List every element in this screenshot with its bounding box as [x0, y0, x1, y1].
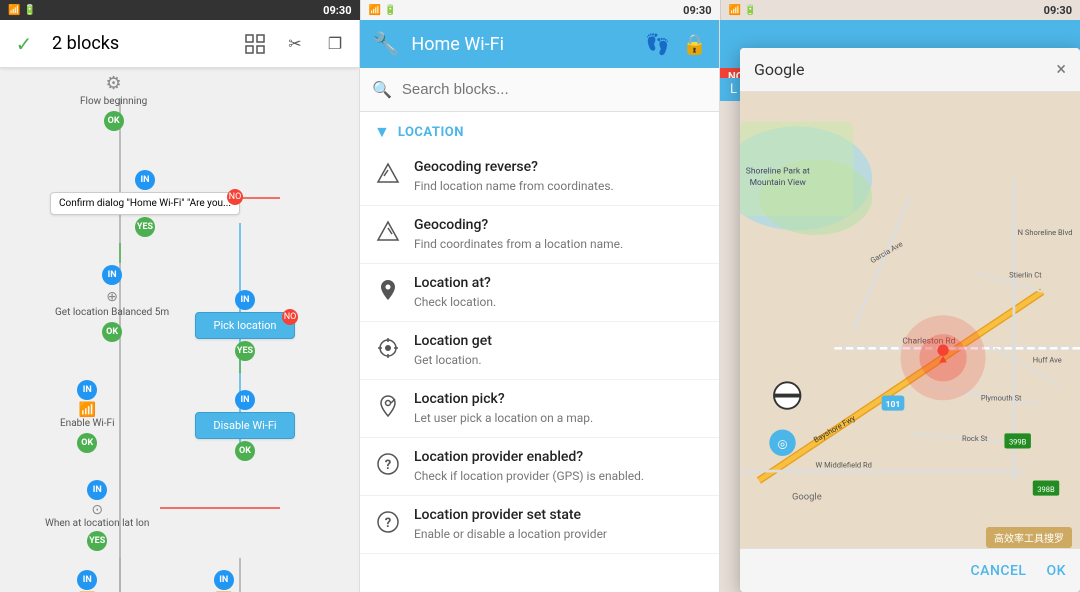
svg-text:Stierlin Ct: Stierlin Ct — [1009, 271, 1042, 280]
status-bar-middle: 📶🔋 09:30 — [360, 0, 720, 20]
location-provider-set-state-icon: ? — [374, 508, 402, 536]
block-desc-geocoding-reverse: Find location name from coordinates. — [414, 178, 705, 195]
dialog-footer: Cancel OK — [740, 548, 1080, 592]
grid-icon[interactable] — [243, 32, 267, 56]
dialog-close-button[interactable]: × — [1056, 59, 1066, 80]
google-dialog: Google × Shoreline Park at Mountain View — [740, 48, 1080, 592]
svg-text:?: ? — [385, 458, 391, 473]
section-header-location: ▼ LOCATION — [360, 112, 719, 148]
node-confirm-dialog[interactable]: IN Confirm dialog "Home Wi-Fi" "Are you.… — [50, 168, 240, 239]
block-title-location-at: Location at? — [414, 274, 705, 292]
svg-text:Rock St: Rock St — [962, 434, 988, 443]
dialog-ok-button[interactable]: OK — [1047, 563, 1067, 579]
svg-text:?: ? — [385, 516, 391, 531]
search-toolbar: 🔧 Home Wi-Fi 👣 🔒 — [360, 20, 719, 68]
status-bar-left: 📶🔋 09:30 — [0, 0, 360, 20]
svg-text:Plymouth St: Plymouth St — [981, 393, 1022, 402]
search-icon: 🔍 — [372, 80, 392, 99]
location-get-icon — [374, 334, 402, 362]
block-desc-location-get: Get location. — [414, 352, 705, 369]
svg-text:399B: 399B — [1009, 438, 1027, 447]
scissors-icon[interactable]: ✂ — [283, 32, 307, 56]
block-item-location-pick[interactable]: Location pick? Let user pick a location … — [360, 380, 719, 438]
node-when-at-location[interactable]: IN ⊙ When at location lat lon YES — [45, 478, 149, 553]
search-bar: 🔍 — [360, 68, 719, 112]
node-disable-wifi-2[interactable]: IN 📶 Disable Wi-Fi OK — [195, 568, 252, 592]
node-enable-wifi-2[interactable]: IN 📶 Enable Wi-Fi OK — [60, 568, 115, 592]
section-label: LOCATION — [398, 125, 464, 140]
block-desc-location-at: Check location. — [414, 294, 705, 311]
middle-signal-icons: 📶🔋 — [369, 5, 397, 16]
block-desc-location-provider-set-state: Enable or disable a location provider — [414, 526, 705, 543]
search-panel: 🔧 Home Wi-Fi 👣 🔒 🔍 ▼ LOCATION Geocoding … — [360, 20, 720, 592]
flow-toolbar: ✓ 2 blocks ✂ ❐ — [0, 20, 359, 68]
node-flow-beginning[interactable]: ⚙ Flow beginning OK — [80, 73, 147, 133]
middle-time: 09:30 — [683, 4, 711, 17]
geocoding-icon — [374, 218, 402, 246]
block-title-location-provider-enabled: Location provider enabled? — [414, 448, 705, 466]
map-panel: Google × Shoreline Park at Mountain View — [720, 20, 1080, 592]
svg-text:N Shoreline Blvd: N Shoreline Blvd — [1018, 228, 1073, 237]
lock-icon[interactable]: 🔒 — [682, 32, 707, 56]
location-pick-icon — [374, 392, 402, 420]
block-desc-location-pick: Let user pick a location on a map. — [414, 410, 705, 427]
block-title-location-provider-set-state: Location provider set state — [414, 506, 705, 524]
svg-text:W Middlefield Rd: W Middlefield Rd — [816, 460, 872, 469]
block-title-location-pick: Location pick? — [414, 390, 705, 408]
dialog-header: Google × — [740, 48, 1080, 92]
flow-title: 2 blocks — [52, 33, 227, 54]
search-input[interactable] — [402, 81, 707, 98]
block-title-geocoding-reverse: Geocoding reverse? — [414, 158, 705, 176]
svg-text:101: 101 — [886, 400, 901, 410]
flow-panel: ✓ 2 blocks ✂ ❐ — [0, 20, 360, 592]
svg-text:398B: 398B — [1037, 485, 1055, 494]
block-item-geocoding-reverse[interactable]: Geocoding reverse? Find location name fr… — [360, 148, 719, 206]
block-desc-location-provider-enabled: Check if location provider (GPS) is enab… — [414, 468, 705, 485]
svg-text:Mountain View: Mountain View — [750, 178, 807, 188]
footprint-icon[interactable]: 👣 — [645, 32, 670, 56]
node-disable-wifi-1[interactable]: IN Disable Wi-Fi OK — [195, 388, 295, 463]
geocoding-reverse-icon — [374, 160, 402, 188]
svg-text:Shoreline Park at: Shoreline Park at — [746, 167, 810, 177]
flow-canvas: ⚙ Flow beginning OK IN Confirm dialog "H… — [0, 68, 359, 592]
search-toolbar-title: Home Wi-Fi — [411, 34, 633, 55]
block-item-location-provider-set-state[interactable]: ? Location provider set state Enable or … — [360, 496, 719, 554]
right-signal-icons: 📶🔋 — [729, 5, 757, 16]
map-svg: Shoreline Park at Mountain View Bayshore… — [740, 92, 1080, 548]
dialog-cancel-button[interactable]: Cancel — [971, 563, 1027, 579]
svg-text:◎: ◎ — [778, 437, 788, 451]
block-title-geocoding: Geocoding? — [414, 216, 705, 234]
block-item-location-get[interactable]: Location get Get location. — [360, 322, 719, 380]
map-content: Shoreline Park at Mountain View Bayshore… — [740, 92, 1080, 548]
block-item-geocoding[interactable]: Geocoding? Find coordinates from a locat… — [360, 206, 719, 264]
right-time: 09:30 — [1044, 4, 1072, 17]
left-signal-icons: 📶🔋 — [8, 5, 36, 16]
watermark: 高效率工具搜罗 — [986, 527, 1072, 548]
block-list: Geocoding reverse? Find location name fr… — [360, 148, 719, 592]
wrench-icon: 🔧 — [372, 32, 399, 57]
status-bar-right: 📶🔋 09:30 — [720, 0, 1080, 20]
section-collapse-icon[interactable]: ▼ — [374, 122, 390, 142]
node-enable-wifi-1[interactable]: IN 📶 Enable Wi-Fi OK — [60, 378, 115, 455]
location-at-icon — [374, 276, 402, 304]
svg-text:Huff Ave: Huff Ave — [1033, 356, 1062, 365]
block-title-location-get: Location get — [414, 332, 705, 350]
block-item-location-provider-enabled[interactable]: ? Location provider enabled? Check if lo… — [360, 438, 719, 496]
location-provider-enabled-icon: ? — [374, 450, 402, 478]
block-item-location-at[interactable]: Location at? Check location. — [360, 264, 719, 322]
left-time: 09:30 — [323, 4, 351, 17]
copy-icon[interactable]: ❐ — [323, 32, 347, 56]
dialog-title: Google — [754, 60, 1056, 79]
check-icon[interactable]: ✓ — [12, 32, 36, 56]
node-get-location[interactable]: IN ⊕ Get location Balanced 5m OK — [55, 263, 169, 344]
svg-text:Google: Google — [792, 491, 822, 502]
block-desc-geocoding: Find coordinates from a location name. — [414, 236, 705, 253]
node-pick-location[interactable]: IN Pick location NO YES — [195, 288, 295, 363]
